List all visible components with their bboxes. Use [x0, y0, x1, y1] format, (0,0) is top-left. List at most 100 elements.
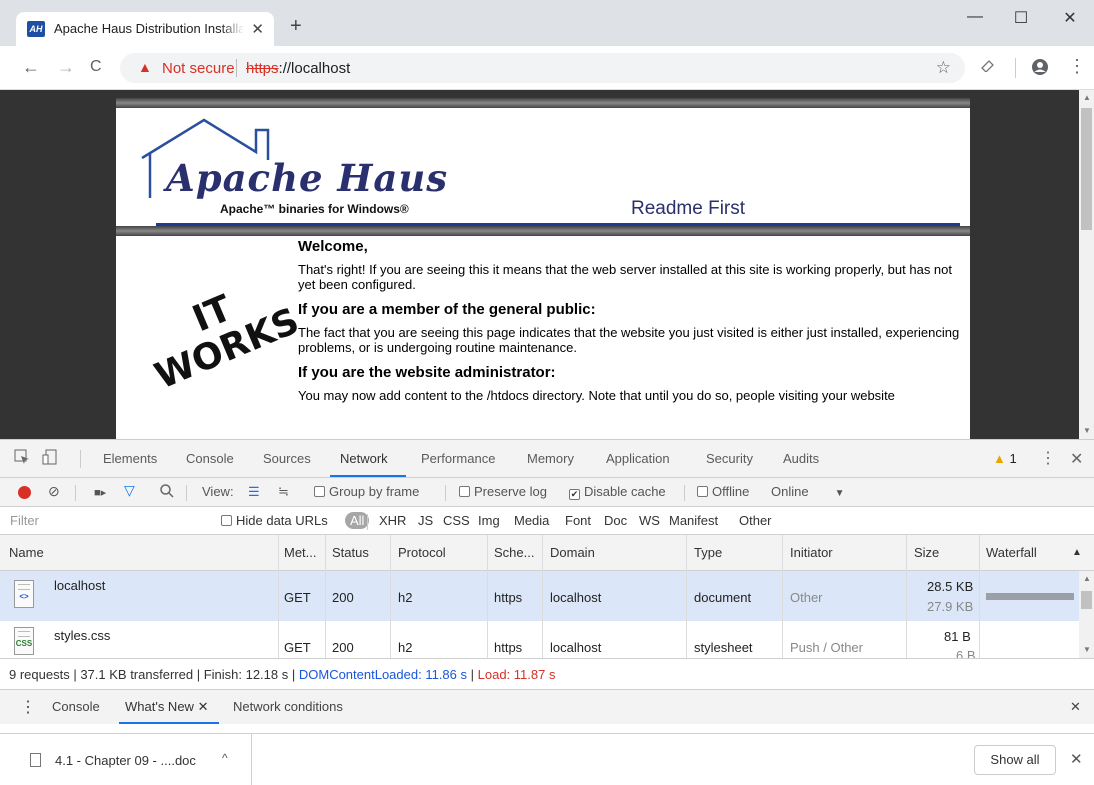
- toolbar-divider: [1015, 58, 1016, 78]
- offline-checkbox[interactable]: Offline: [697, 484, 749, 499]
- row-size: 81 B: [944, 629, 971, 644]
- record-icon[interactable]: [18, 486, 31, 499]
- tab-close-icon[interactable]: ✕: [251, 20, 264, 38]
- shelf-close-icon[interactable]: ✕: [1070, 750, 1083, 768]
- tab-audits[interactable]: Audits: [783, 451, 819, 466]
- extension-icon[interactable]: [980, 58, 996, 77]
- chevron-up-icon[interactable]: ^: [222, 751, 228, 765]
- drawer-menu-icon[interactable]: ⋮: [20, 697, 36, 717]
- it-works-stamp: IT WORKS: [135, 267, 305, 398]
- warning-triangle-icon: ▲: [993, 451, 1006, 466]
- filter-icon[interactable]: ▽: [124, 482, 135, 499]
- drawer-tab-network-conditions[interactable]: Network conditions: [233, 699, 343, 714]
- filter-css[interactable]: CSS: [443, 513, 470, 528]
- filter-other[interactable]: Other: [739, 513, 772, 528]
- col-domain[interactable]: Domain: [550, 545, 595, 560]
- filter-img[interactable]: Img: [478, 513, 500, 528]
- close-window-button[interactable]: ✕: [1050, 8, 1090, 28]
- tab-security[interactable]: Security: [706, 451, 753, 466]
- security-label[interactable]: Not secure: [162, 60, 235, 77]
- table-scrollbar[interactable]: ▲ ▼: [1079, 571, 1094, 658]
- page-scrollbar[interactable]: ▲ ▼: [1079, 90, 1094, 439]
- filter-media[interactable]: Media: [514, 513, 549, 528]
- col-name[interactable]: Name: [9, 545, 44, 560]
- row-name[interactable]: styles.css: [54, 628, 110, 643]
- summary-sep: |: [291, 667, 299, 682]
- drawer-close-icon[interactable]: ✕: [1070, 699, 1081, 715]
- hide-data-urls-checkbox[interactable]: Hide data URLs: [221, 513, 328, 528]
- filter-manifest[interactable]: Manifest: [669, 513, 718, 528]
- minimize-button[interactable]: —: [955, 8, 995, 26]
- col-method[interactable]: Met...: [284, 545, 317, 560]
- scroll-up-icon[interactable]: ▲: [1083, 93, 1091, 102]
- device-toggle-icon[interactable]: [42, 449, 58, 470]
- row-initiator[interactable]: Push / Other: [790, 640, 863, 655]
- filter-input[interactable]: Filter: [10, 513, 39, 528]
- browser-tab[interactable]: AH Apache Haus Distribution Installation…: [16, 12, 274, 46]
- download-item[interactable]: 4.1 - Chapter 09 - ....doc ^: [0, 734, 252, 785]
- sort-up-icon[interactable]: ▲: [1072, 547, 1082, 558]
- devtools-menu-icon[interactable]: ⋮: [1040, 448, 1056, 468]
- maximize-button[interactable]: ☐: [1001, 8, 1041, 28]
- table-scroll-thumb[interactable]: [1081, 591, 1092, 609]
- inspect-icon[interactable]: [14, 449, 30, 470]
- col-protocol[interactable]: Protocol: [398, 545, 446, 560]
- show-all-button[interactable]: Show all: [974, 745, 1056, 775]
- new-tab-button[interactable]: +: [290, 16, 302, 36]
- col-divider: [390, 535, 391, 658]
- profile-icon[interactable]: [1031, 58, 1049, 81]
- preserve-log-checkbox[interactable]: Preserve log: [459, 484, 547, 499]
- row-name[interactable]: localhost: [54, 578, 105, 593]
- tab-console[interactable]: Console: [186, 451, 234, 466]
- filter-doc[interactable]: Doc: [604, 513, 627, 528]
- filter-ws[interactable]: WS: [639, 513, 660, 528]
- col-type[interactable]: Type: [694, 545, 722, 560]
- col-waterfall[interactable]: Waterfall: [986, 545, 1037, 560]
- filter-font[interactable]: Font: [565, 513, 591, 528]
- filter-all[interactable]: All: [345, 512, 370, 529]
- row-initiator[interactable]: Other: [790, 590, 823, 605]
- throttle-select[interactable]: Online ▼: [771, 484, 844, 499]
- url-text[interactable]: https://localhost: [246, 60, 350, 77]
- table-scroll-down-icon[interactable]: ▼: [1083, 645, 1091, 654]
- request-table: Name Met... Status Protocol Sche... Doma…: [0, 535, 1094, 658]
- overview-icon[interactable]: ≒: [278, 484, 289, 500]
- large-rows-icon[interactable]: ☰: [248, 484, 260, 500]
- col-size[interactable]: Size: [914, 545, 939, 560]
- devtools-close-icon[interactable]: ✕: [1070, 449, 1083, 469]
- back-icon[interactable]: ←: [22, 57, 40, 77]
- tab-memory[interactable]: Memory: [527, 451, 574, 466]
- scroll-down-icon[interactable]: ▼: [1083, 426, 1091, 435]
- tab-network[interactable]: Network: [340, 451, 388, 466]
- table-scroll-up-icon[interactable]: ▲: [1083, 574, 1091, 583]
- table-row[interactable]: <> localhost GET 200 h2 https localhost …: [0, 571, 1079, 621]
- row-scheme: https: [494, 590, 523, 605]
- col-status[interactable]: Status: [332, 545, 369, 560]
- address-bar[interactable]: ▲ Not secure https://localhost ☆: [120, 53, 965, 83]
- warning-icon[interactable]: ▲: [138, 59, 152, 75]
- screenshot-icon[interactable]: ■▸: [94, 486, 106, 499]
- summary-sep: |: [470, 667, 478, 682]
- warnings-counter[interactable]: ▲ 1: [993, 451, 1017, 466]
- forward-icon[interactable]: →: [57, 57, 75, 77]
- search-icon[interactable]: [160, 484, 174, 501]
- disable-cache-checkbox[interactable]: ✔ Disable cache: [569, 484, 666, 500]
- col-initiator[interactable]: Initiator: [790, 545, 833, 560]
- reload-icon[interactable]: C: [90, 57, 102, 77]
- tab-performance[interactable]: Performance: [421, 451, 495, 466]
- col-scheme[interactable]: Sche...: [494, 545, 534, 560]
- page-scroll-thumb[interactable]: [1081, 108, 1092, 230]
- star-icon[interactable]: ☆: [936, 58, 951, 78]
- drawer-tab-whats-new[interactable]: What's New ✕: [125, 699, 208, 715]
- table-row[interactable]: CSS styles.css GET 200 h2 https localhos…: [0, 621, 1079, 658]
- tab-elements[interactable]: Elements: [103, 451, 157, 466]
- menu-icon[interactable]: ⋮: [1068, 56, 1086, 77]
- tab-application[interactable]: Application: [606, 451, 670, 466]
- group-by-frame-checkbox[interactable]: Group by frame: [314, 484, 419, 499]
- tab-sources[interactable]: Sources: [263, 451, 311, 466]
- close-icon[interactable]: ✕: [198, 699, 209, 714]
- filter-js[interactable]: JS: [418, 513, 433, 528]
- drawer-tab-console[interactable]: Console: [52, 699, 100, 714]
- filter-xhr[interactable]: XHR: [379, 513, 406, 528]
- clear-icon[interactable]: ⊘: [48, 483, 60, 500]
